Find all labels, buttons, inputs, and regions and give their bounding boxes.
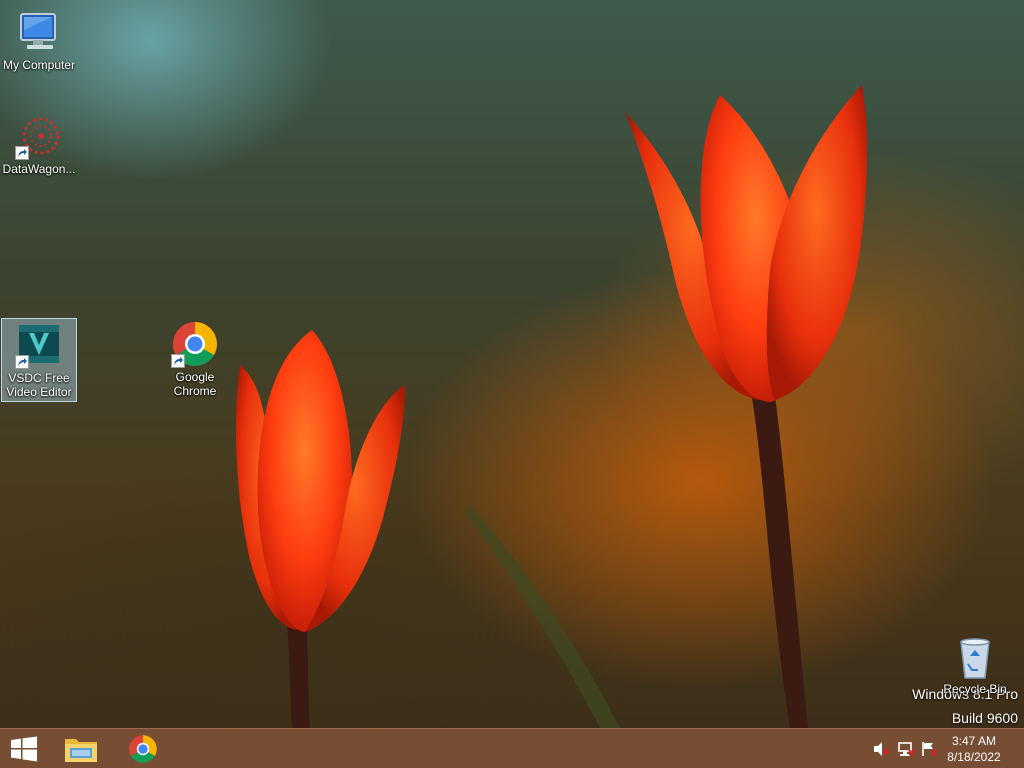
grass-blade — [465, 505, 620, 728]
clock-date: 8/18/2022 — [947, 750, 1001, 764]
desktop-icon-label: DataWagon... — [2, 162, 76, 176]
desktop-icon-google-chrome[interactable]: Google Chrome — [157, 318, 233, 398]
computer-icon — [15, 8, 63, 56]
windows-logo-icon — [11, 736, 37, 762]
taskbar: 3:47 AM 8/18/2022 — [0, 728, 1024, 768]
left-tulip-stem — [287, 625, 310, 728]
right-tulip-stem — [752, 396, 808, 728]
desktop-icon-datawagon[interactable]: DataWagon... — [1, 110, 77, 176]
watermark-build: Build 9600 — [951, 710, 1018, 726]
network-icon[interactable] — [897, 741, 915, 757]
desktop-icon-vsdc[interactable]: VSDC Free Video Editor — [1, 318, 77, 402]
desktop-icon-recycle-bin[interactable]: Recycle Bin — [937, 630, 1013, 696]
desktop-icon-label: VSDC Free Video Editor — [6, 371, 72, 399]
chrome-icon — [129, 735, 157, 763]
shortcut-arrow-icon — [171, 354, 185, 368]
desktop-icon-label: My Computer — [2, 58, 76, 72]
recycle-bin-icon — [951, 632, 999, 680]
volume-muted-icon[interactable] — [873, 741, 891, 757]
shortcut-arrow-icon — [15, 355, 29, 369]
desktop-wallpaper — [235, 85, 868, 728]
taskbar-clock[interactable]: 3:47 AM 8/18/2022 — [944, 733, 1004, 765]
start-button[interactable] — [0, 729, 48, 768]
action-center-flag-icon[interactable] — [921, 741, 939, 757]
chrome-icon — [171, 320, 219, 368]
left-tulip-flower — [235, 330, 405, 632]
shortcut-arrow-icon — [15, 146, 29, 160]
taskbar-file-explorer[interactable] — [57, 729, 105, 768]
windows-build-watermark: Build 9600 — [952, 710, 1018, 726]
desktop-icon-label: Recycle Bin — [943, 682, 1007, 696]
datawagon-icon — [15, 112, 63, 160]
desktop-icon-label: Google Chrome — [173, 370, 217, 398]
clock-time: 3:47 AM — [951, 734, 997, 748]
vsdc-icon — [15, 321, 63, 369]
taskbar-google-chrome[interactable] — [119, 729, 167, 768]
desktop-icon-my-computer[interactable]: My Computer — [1, 6, 77, 72]
folder-icon — [65, 739, 97, 762]
right-tulip-flower — [625, 85, 868, 402]
